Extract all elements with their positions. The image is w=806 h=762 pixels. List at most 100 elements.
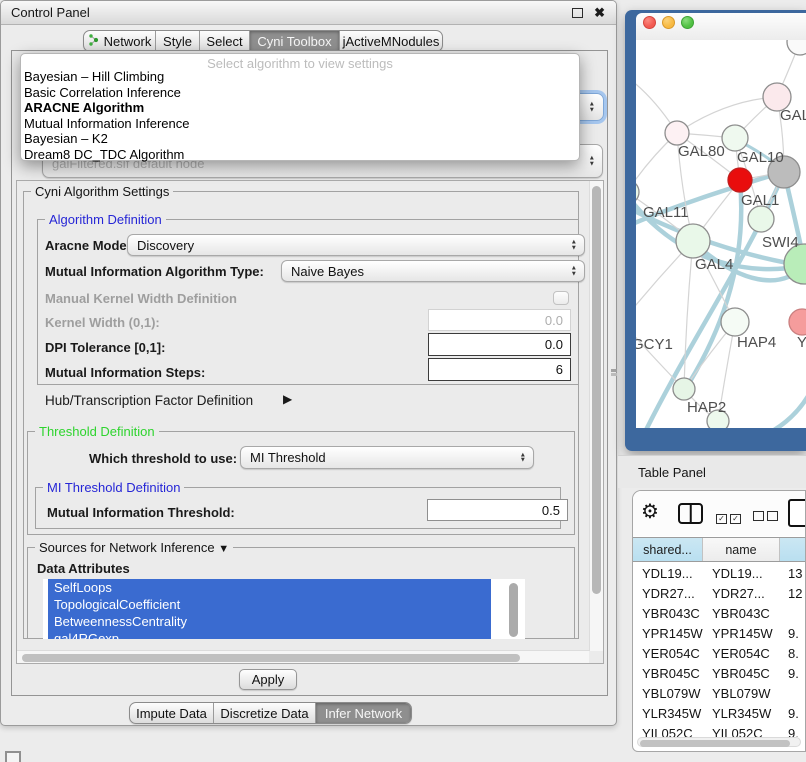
algorithm-option[interactable]: Basic Correlation Inference: [21, 85, 579, 101]
algorithm-option[interactable]: Dream8 DC_TDC Algorithm: [21, 147, 579, 163]
node[interactable]: [787, 40, 806, 55]
node-label: GAL: [780, 107, 806, 124]
close-icon[interactable]: ✖: [594, 5, 605, 21]
cell: YBR043C: [702, 606, 781, 621]
column-header-shared-name[interactable]: shared...: [633, 538, 702, 561]
kernel-width-field[interactable]: 0.0: [428, 309, 571, 331]
mi-type-combobox[interactable]: Naive Bayes ▲▼: [281, 260, 585, 282]
mi-steps-value: 6: [556, 362, 563, 377]
algorithm-option[interactable]: Bayesian – Hill Climbing: [21, 69, 579, 85]
minimize-traffic-light-icon[interactable]: [662, 16, 675, 29]
column-header-partial[interactable]: [780, 538, 805, 561]
node-hap2[interactable]: [673, 378, 695, 400]
cell: YPR145W: [702, 626, 781, 641]
table-row[interactable]: YLR345WYLR345W9.: [633, 703, 805, 723]
node-label: GAL1: [741, 192, 779, 209]
algorithm-option[interactable]: Bayesian – K2: [21, 131, 579, 147]
tab-style[interactable]: Style: [155, 31, 199, 51]
node-gal4[interactable]: [676, 224, 710, 258]
scrollbar-thumb[interactable]: [592, 186, 601, 594]
algorithm-option[interactable]: Mutual Information Inference: [21, 116, 579, 132]
node-label: GCY1: [636, 336, 673, 353]
tab-select-label: Select: [206, 34, 242, 49]
hub-expand-arrow-icon[interactable]: ▶: [283, 392, 292, 406]
table-row[interactable]: YPR145WYPR145W9.: [633, 623, 805, 643]
node-gal10[interactable]: [722, 125, 748, 151]
tab-infer-network-label: Infer Network: [325, 706, 402, 721]
sources-group-title: Sources for Network Inference ▼: [35, 540, 233, 555]
split-pane-grip[interactable]: [611, 369, 617, 372]
node-salmon[interactable]: [789, 309, 806, 335]
sources-collapse-arrow-icon[interactable]: ▼: [218, 543, 229, 555]
table-row[interactable]: YDR27...YDR27...12: [633, 583, 805, 603]
settings-vertical-scrollbar[interactable]: [589, 181, 603, 651]
network-view-window: GAL GAL80 GAL10 GAL1 GAL11 SWI4 GAL4 GCY…: [625, 10, 806, 451]
table-row[interactable]: YDL19...YDL19...13: [633, 563, 805, 583]
table-row[interactable]: YBL079WYBL079W: [633, 683, 805, 703]
threshold-definition-title: Threshold Definition: [35, 424, 159, 439]
which-threshold-label: Which threshold to use:: [89, 451, 237, 466]
tab-jactivemnodules-label: jActiveMNodules: [343, 34, 440, 49]
which-threshold-value: MI Threshold: [250, 450, 326, 465]
node-gal1[interactable]: [728, 168, 752, 192]
table-row[interactable]: YBR043CYBR043C: [633, 603, 805, 623]
cell: YDR27...: [633, 586, 702, 601]
tab-jactivemnodules[interactable]: jActiveMNodules: [339, 31, 442, 51]
dpi-tolerance-field[interactable]: 0.0: [428, 333, 571, 356]
cell: YIL052C: [633, 726, 702, 738]
network-canvas[interactable]: GAL GAL80 GAL10 GAL1 GAL11 SWI4 GAL4 GCY…: [636, 40, 806, 428]
gear-icon[interactable]: ⚙: [641, 499, 659, 524]
document-icon[interactable]: [788, 499, 806, 527]
table-header-row: shared... name: [633, 537, 805, 562]
cyni-bottom-tabs: Impute Data Discretize Data Infer Networ…: [129, 702, 412, 724]
list-item[interactable]: gal4RGexp: [48, 630, 491, 639]
dpi-tolerance-value: 0.0: [545, 337, 563, 352]
which-threshold-combobox[interactable]: MI Threshold ▲▼: [240, 446, 534, 469]
list-item[interactable]: BetweennessCentrality: [48, 613, 491, 630]
cell: YBR043C: [633, 606, 702, 621]
table-panel-titlebar: Table Panel: [618, 455, 806, 488]
aracne-mode-combobox[interactable]: Discovery ▲▼: [127, 234, 585, 256]
node-gal80[interactable]: [665, 121, 689, 145]
node-label: GAL4: [695, 256, 733, 273]
combo-arrows-icon: ▲▼: [589, 156, 595, 167]
node-swi4[interactable]: [748, 206, 774, 232]
algorithm-option-selected[interactable]: ARACNE Algorithm: [21, 100, 579, 116]
aracne-mode-label: Aracne Mode:: [45, 238, 131, 253]
settings-horizontal-scrollbar[interactable]: [17, 650, 589, 663]
manual-kernel-checkbox[interactable]: [553, 291, 569, 305]
table-row[interactable]: YBR045CYBR045C9.: [633, 663, 805, 683]
data-attributes-list[interactable]: SelfLoops TopologicalCoefficient Between…: [43, 579, 525, 639]
tab-discretize-data[interactable]: Discretize Data: [213, 703, 315, 723]
tab-cyni-toolbox[interactable]: Cyni Toolbox: [249, 31, 339, 51]
algorithm-combobox-fragment[interactable]: ▲▼: [579, 93, 604, 121]
zoom-traffic-light-icon[interactable]: [681, 16, 694, 29]
close-traffic-light-icon[interactable]: [643, 16, 656, 29]
apply-button[interactable]: Apply: [239, 669, 297, 690]
list-item[interactable]: SelfLoops: [48, 579, 491, 596]
deselect-all-columns-icon[interactable]: [753, 508, 781, 526]
node-label: GAL80: [678, 143, 725, 160]
column-header-name[interactable]: name: [702, 538, 780, 561]
tab-impute-data[interactable]: Impute Data: [130, 703, 213, 723]
select-all-columns-icon[interactable]: ✓✓: [716, 508, 744, 526]
tab-infer-network[interactable]: Infer Network: [315, 703, 411, 723]
mi-threshold-field[interactable]: 0.5: [427, 499, 568, 521]
scrollbar-thumb[interactable]: [640, 740, 790, 747]
combo-arrows-icon: ▲▼: [571, 266, 577, 277]
scrollbar-thumb[interactable]: [22, 654, 520, 662]
table-row[interactable]: YIL052CYIL052C9.: [633, 723, 805, 737]
cell: YER054C: [633, 646, 702, 661]
tab-network[interactable]: Network: [84, 31, 155, 51]
screen: Control Panel ✖ Network Style Select Cyn…: [0, 0, 806, 762]
table-horizontal-scrollbar[interactable]: [637, 737, 801, 747]
columns-icon[interactable]: [678, 503, 703, 524]
node-hap4[interactable]: [721, 308, 749, 336]
minimized-panel-icon[interactable]: [5, 751, 21, 762]
float-window-icon[interactable]: [572, 8, 583, 18]
mi-steps-field[interactable]: 6: [428, 358, 571, 381]
list-scrollbar[interactable]: [509, 583, 518, 637]
table-row[interactable]: YER054CYER054C8.: [633, 643, 805, 663]
tab-select[interactable]: Select: [199, 31, 249, 51]
list-item[interactable]: TopologicalCoefficient: [48, 596, 491, 613]
